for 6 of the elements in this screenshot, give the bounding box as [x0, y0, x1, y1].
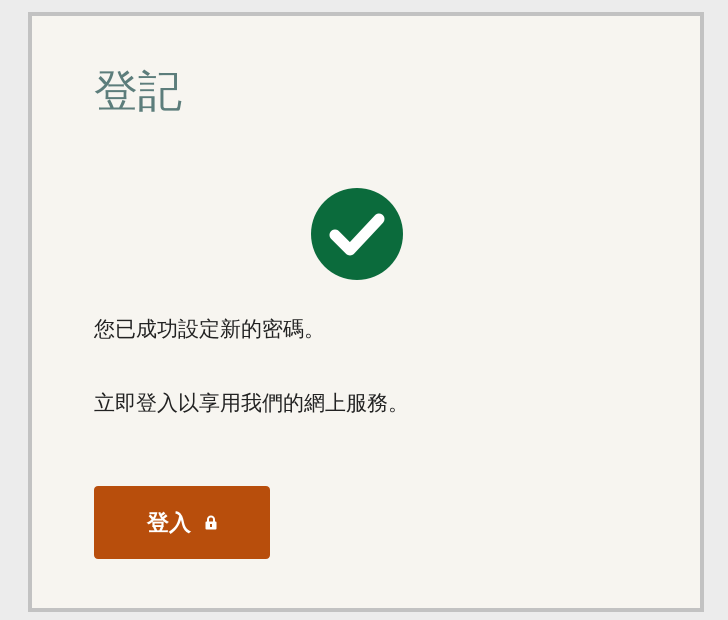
lock-icon [205, 515, 217, 530]
message-text: 立即登入以享用我們的網上服務。 [94, 390, 409, 417]
login-button[interactable]: 登入 [94, 486, 270, 559]
checkmark-icon [311, 188, 403, 280]
page-title: 登記 [94, 66, 182, 118]
message-text: 您已成功設定新的密碼。 [94, 316, 325, 343]
